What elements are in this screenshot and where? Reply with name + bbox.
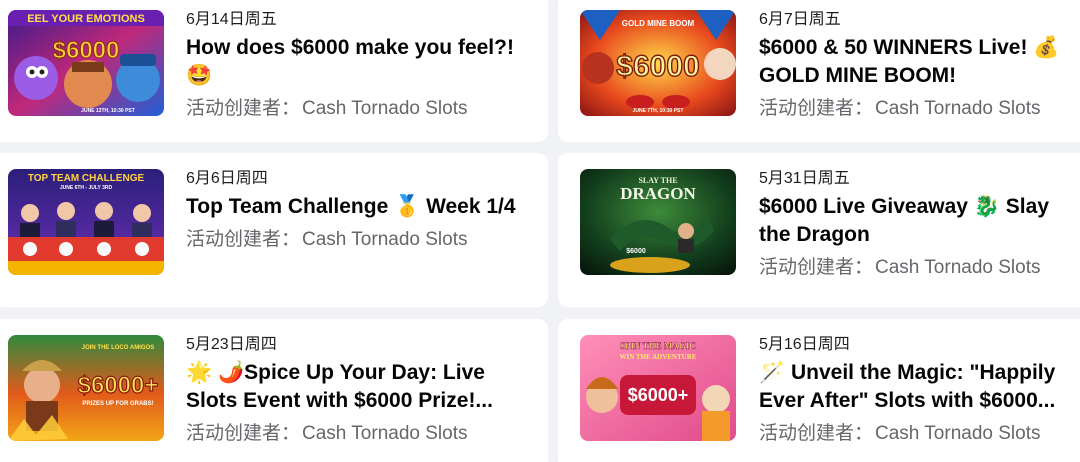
svg-text:TOP TEAM CHALLENGE: TOP TEAM CHALLENGE: [28, 173, 145, 184]
event-title[interactable]: $6000 & 50 WINNERS Live! 💰 GOLD MINE BOO…: [759, 34, 1080, 90]
event-date: 5月23日周四: [186, 336, 277, 353]
event-host-label: 活动创建者：: [759, 423, 874, 444]
svg-text:SPIN THE MAGIC: SPIN THE MAGIC: [620, 341, 696, 351]
event-thumbnail-image: SLAY THE DRAGON $6000: [580, 169, 736, 275]
svg-text:EEL YOUR EMOTIONS: EEL YOUR EMOTIONS: [27, 13, 145, 25]
event-card[interactable]: SLAY THE DRAGON $6000 5月31日周五 $6000 Live…: [558, 153, 1080, 307]
event-thumbnail-image: EEL YOUR EMOTIONS $6000 JUNE 13TH, 10:30…: [8, 10, 164, 116]
event-host: 活动创建者： Cash Tornado Slots: [186, 97, 536, 121]
events-grid: EEL YOUR EMOTIONS $6000 JUNE 13TH, 10:30…: [0, 0, 1080, 462]
event-date: 6月14日周五: [186, 11, 277, 28]
event-thumbnail[interactable]: SLAY THE DRAGON $6000: [580, 169, 736, 275]
event-date: 6月7日周五: [759, 11, 841, 28]
event-card[interactable]: JOIN THE LOCO AMIGOS $6000+ PRIZES UP FO…: [0, 319, 548, 462]
event-host-name[interactable]: Cash Tornado Slots: [875, 98, 1040, 119]
event-host: 活动创建者： Cash Tornado Slots: [759, 97, 1080, 121]
event-thumbnail[interactable]: SPIN THE MAGIC WIN THE ADVENTURE $6000+: [580, 335, 736, 441]
svg-text:DRAGON: DRAGON: [620, 184, 696, 203]
event-thumbnail-image: JOIN THE LOCO AMIGOS $6000+ PRIZES UP FO…: [8, 335, 164, 441]
event-card[interactable]: TOP TEAM CHALLENGE JUNE 6TH - JULY 3RD 6…: [0, 153, 548, 307]
event-card[interactable]: EEL YOUR EMOTIONS $6000 JUNE 13TH, 10:30…: [0, 0, 548, 142]
svg-text:JOIN THE LOCO AMIGOS: JOIN THE LOCO AMIGOS: [82, 345, 154, 351]
svg-text:$6000: $6000: [616, 50, 699, 83]
event-host-label: 活动创建者：: [186, 98, 301, 119]
svg-text:$6000+: $6000+: [628, 385, 689, 405]
event-title[interactable]: How does $6000 make you feel?! 🤩: [186, 34, 536, 90]
event-host: 活动创建者： Cash Tornado Slots: [186, 422, 536, 446]
svg-text:JUNE 13TH, 10:30 PST: JUNE 13TH, 10:30 PST: [81, 108, 135, 114]
svg-text:$6000+: $6000+: [78, 372, 159, 399]
event-title[interactable]: Top Team Challenge 🥇 Week 1/4: [186, 193, 536, 221]
event-date: 5月16日周四: [759, 336, 850, 353]
event-host: 活动创建者： Cash Tornado Slots: [759, 422, 1080, 446]
event-host-label: 活动创建者：: [759, 257, 874, 278]
event-thumbnail[interactable]: EEL YOUR EMOTIONS $6000 JUNE 13TH, 10:30…: [8, 10, 164, 116]
svg-text:$6000: $6000: [53, 37, 120, 64]
event-thumbnail[interactable]: JOIN THE LOCO AMIGOS $6000+ PRIZES UP FO…: [8, 335, 164, 441]
event-date: 6月6日周四: [186, 170, 268, 187]
event-host-name[interactable]: Cash Tornado Slots: [302, 423, 467, 444]
event-title[interactable]: $6000 Live Giveaway 🐉 Slay the Dragon: [759, 193, 1080, 249]
event-thumbnail-image: GOLD MINE BOOM $6000 JUNE 7TH, 10:30 PST: [580, 10, 736, 116]
event-date: 5月31日周五: [759, 170, 850, 187]
svg-text:$6000: $6000: [626, 248, 646, 255]
svg-text:JUNE 6TH - JULY 3RD: JUNE 6TH - JULY 3RD: [60, 185, 113, 191]
event-host-name[interactable]: Cash Tornado Slots: [302, 98, 467, 119]
svg-text:PRIZES UP FOR GRABS!: PRIZES UP FOR GRABS!: [82, 401, 153, 407]
event-host: 活动创建者： Cash Tornado Slots: [759, 256, 1080, 280]
event-host: 活动创建者： Cash Tornado Slots: [186, 228, 536, 252]
svg-text:GOLD MINE BOOM: GOLD MINE BOOM: [622, 19, 695, 28]
event-host-name[interactable]: Cash Tornado Slots: [875, 257, 1040, 278]
event-thumbnail[interactable]: GOLD MINE BOOM $6000 JUNE 7TH, 10:30 PST: [580, 10, 736, 116]
event-card[interactable]: SPIN THE MAGIC WIN THE ADVENTURE $6000+ …: [558, 319, 1080, 462]
event-thumbnail-image: TOP TEAM CHALLENGE JUNE 6TH - JULY 3RD: [8, 169, 164, 275]
event-thumbnail-image: SPIN THE MAGIC WIN THE ADVENTURE $6000+: [580, 335, 736, 441]
event-host-label: 活动创建者：: [186, 423, 301, 444]
event-host-label: 活动创建者：: [759, 98, 874, 119]
event-host-name[interactable]: Cash Tornado Slots: [302, 229, 467, 250]
svg-text:WIN THE ADVENTURE: WIN THE ADVENTURE: [620, 353, 697, 361]
event-title[interactable]: 🌟 🌶️Spice Up Your Day: Live Slots Event …: [186, 359, 536, 415]
event-host-label: 活动创建者：: [186, 229, 301, 250]
event-thumbnail[interactable]: TOP TEAM CHALLENGE JUNE 6TH - JULY 3RD: [8, 169, 164, 275]
event-host-name[interactable]: Cash Tornado Slots: [875, 423, 1040, 444]
event-card[interactable]: GOLD MINE BOOM $6000 JUNE 7TH, 10:30 PST…: [558, 0, 1080, 142]
event-title[interactable]: 🪄 Unveil the Magic: "Happily Ever After"…: [759, 359, 1080, 415]
svg-text:JUNE 7TH, 10:30 PST: JUNE 7TH, 10:30 PST: [633, 108, 684, 114]
